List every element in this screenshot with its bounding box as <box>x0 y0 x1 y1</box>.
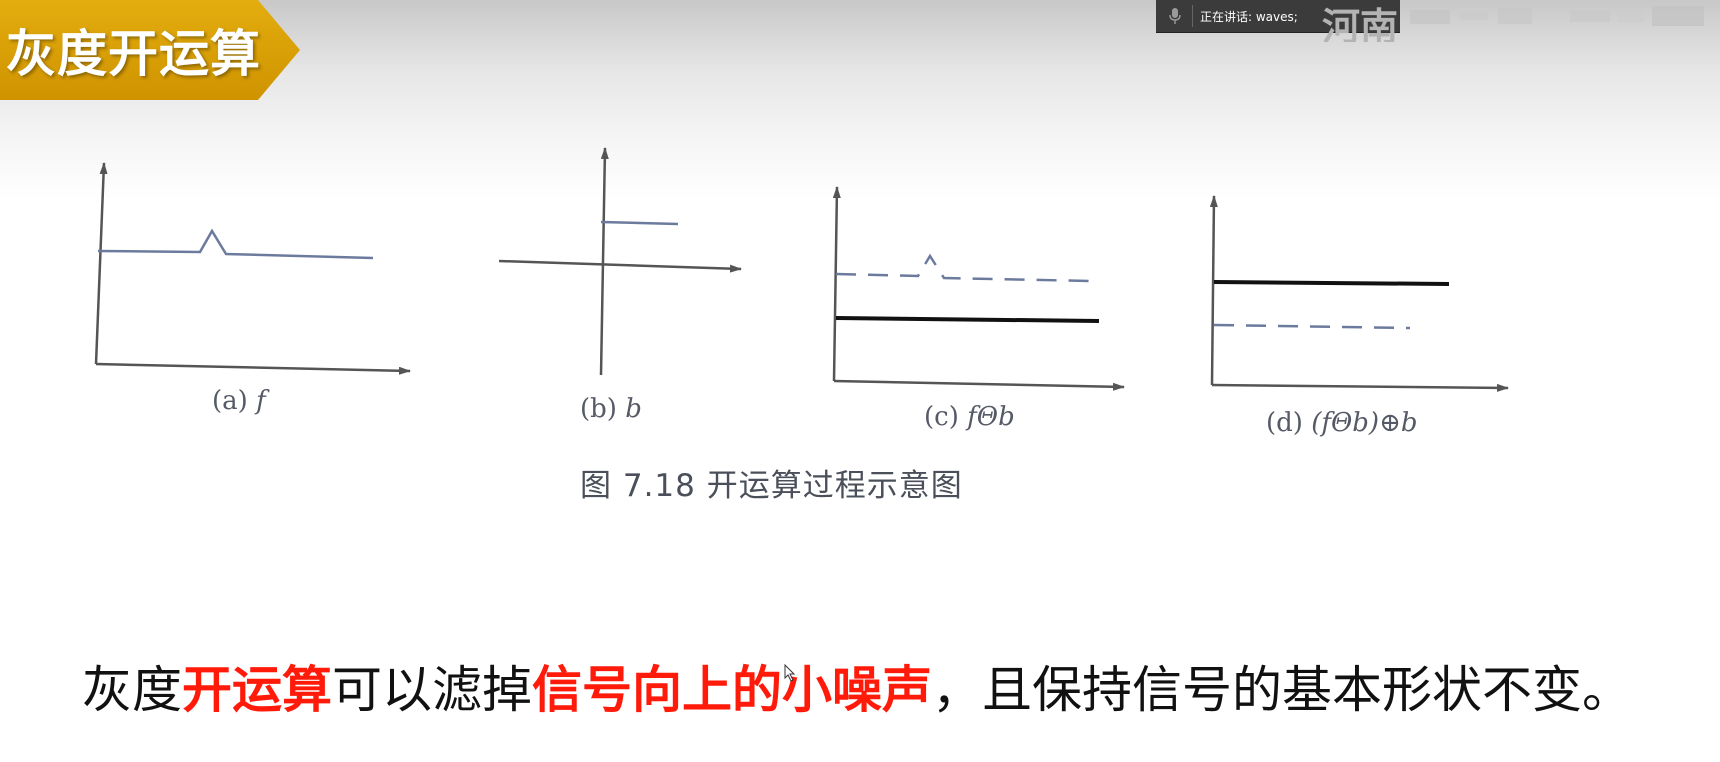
sentence-highlight-noise: 信号向上的小噪声 <box>532 660 932 719</box>
sentence-highlight-opening: 开运算 <box>182 660 332 719</box>
diagram-b-label: (b) b <box>580 394 642 424</box>
diagram-b-y-axis <box>599 147 609 376</box>
diagram-b-label-prefix: (b) <box>580 394 626 424</box>
diagram-b-label-math: b <box>625 394 642 424</box>
diagram-d-eroded-signal <box>1213 323 1411 330</box>
diagram-a-label-prefix: (a) <box>212 386 257 416</box>
diagram-a-x-axis <box>95 362 411 375</box>
diagram-c-original-signal <box>835 253 1091 283</box>
diagram-d-x-axis <box>1211 383 1509 392</box>
sentence-part-1: 灰度 <box>82 661 182 719</box>
diagram-d-label-prefix: (d) <box>1266 408 1312 438</box>
diagram-c-label: (c) fΘb <box>924 402 1015 432</box>
diagram-b <box>498 147 742 376</box>
diagram-a-label-math: f <box>256 386 266 416</box>
diagram-a <box>94 162 411 375</box>
diagram-a-label: (a) f <box>212 386 266 416</box>
diagram-d-label-math: (fΘb)⊕b <box>1311 408 1418 438</box>
sentence-part-3: ，且保持信号的基本形状不变。 <box>932 661 1632 719</box>
speaking-label: 正在讲话: waves; <box>1200 10 1298 24</box>
diagram-c <box>832 186 1125 391</box>
diagram-b-x-axis <box>498 259 742 273</box>
title-banner: 灰度开运算 <box>0 0 300 100</box>
diagram-d-label: (d) (fΘb)⊕b <box>1266 408 1418 438</box>
diagram-d-y-axis <box>1209 195 1218 386</box>
diagram-c-label-math: fΘb <box>967 402 1015 432</box>
diagram-a-y-axis <box>94 162 108 365</box>
diagram-c-y-axis <box>832 186 841 382</box>
figure-caption: 图 7.18 开运算过程示意图 <box>580 468 963 504</box>
slide-title: 灰度开运算 <box>6 25 261 83</box>
diagram-c-eroded-signal <box>835 316 1100 323</box>
diagram-a-signal <box>97 228 374 260</box>
diagram-c-label-prefix: (c) <box>924 402 968 432</box>
diagram-d-opened-signal <box>1213 280 1450 286</box>
diagram-b-structuring-element <box>600 220 679 226</box>
explanation-sentence: 灰度开运算可以滤掉信号向上的小噪声，且保持信号的基本形状不变。 <box>82 650 1632 722</box>
figure-opening-process: (a) f (b) b (c) fΘb (d) (fΘb)⊕b 图 7.18 开… <box>0 130 1720 510</box>
diagram-c-x-axis <box>833 379 1125 391</box>
sentence-part-2: 可以滤掉 <box>332 661 532 719</box>
microphone-icon <box>1169 8 1181 24</box>
watermark: 河南 <box>1322 0 1720 42</box>
watermark-smudge <box>1410 6 1704 26</box>
mouse-cursor-icon <box>784 664 796 682</box>
watermark-text: 河南 <box>1322 5 1399 42</box>
indicator-divider <box>1192 5 1193 27</box>
diagram-d <box>1209 195 1509 392</box>
